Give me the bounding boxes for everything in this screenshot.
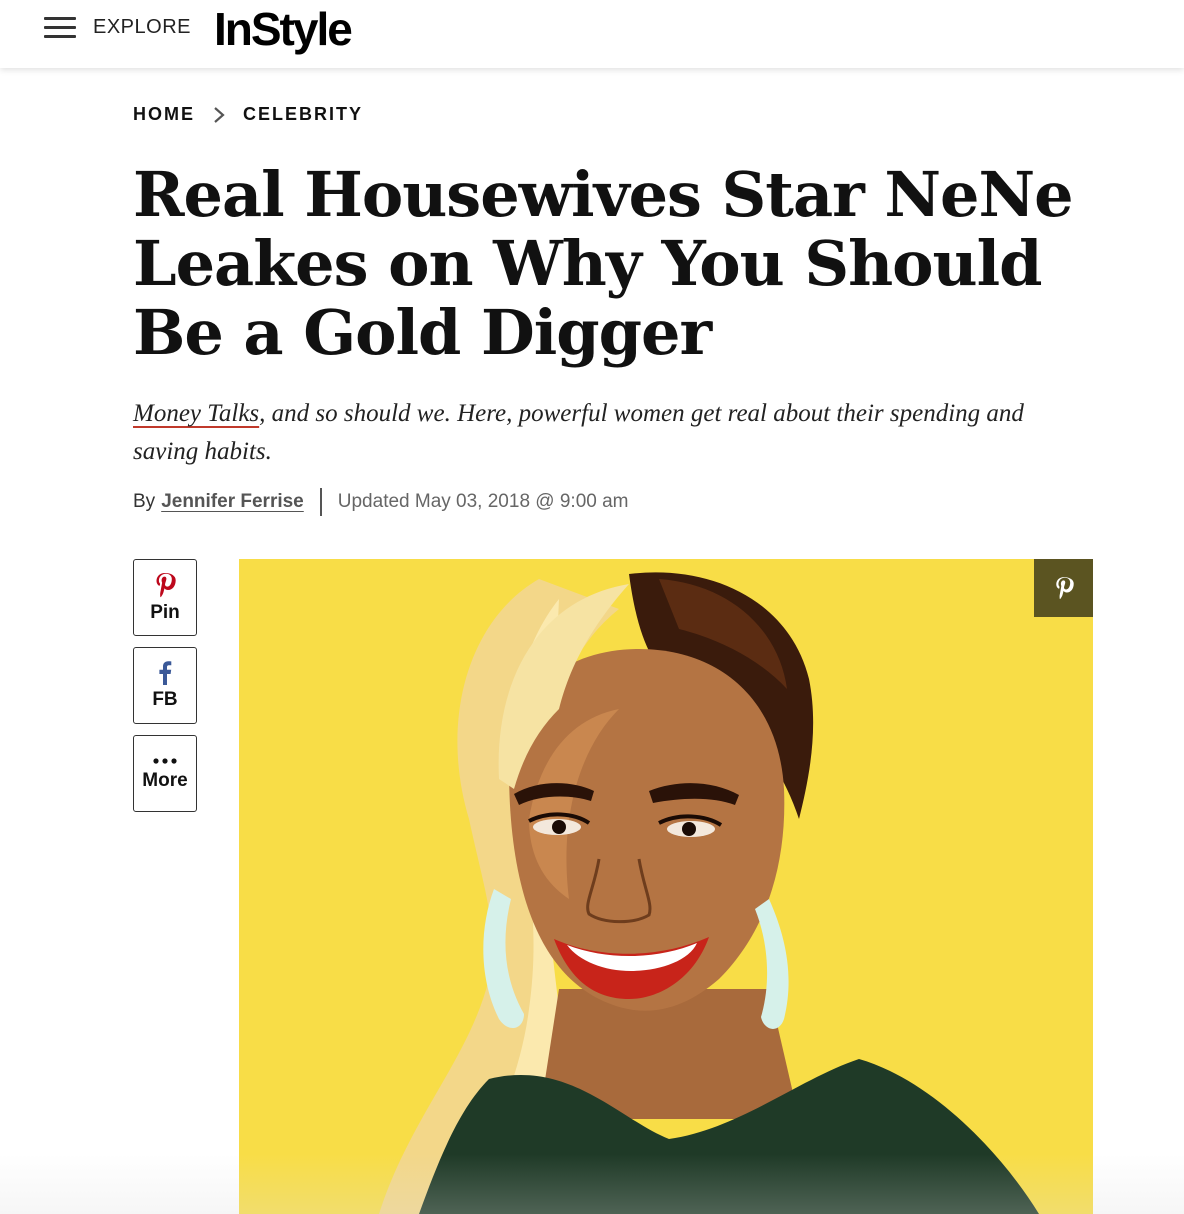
fb-label: FB — [152, 688, 178, 710]
hamburger-menu-icon[interactable] — [44, 17, 78, 41]
hero-illustration — [239, 559, 1093, 1214]
chevron-right-icon — [214, 106, 225, 123]
more-dots-icon — [153, 757, 177, 764]
portrait-illustration — [239, 559, 1093, 1214]
facebook-share-button[interactable]: FB — [133, 647, 197, 724]
pinterest-icon — [156, 572, 176, 597]
byline-divider — [319, 488, 322, 516]
byline-prefix: By — [133, 491, 156, 512]
facebook-icon — [159, 660, 172, 685]
breadcrumb: HOME CELEBRITY — [133, 104, 363, 125]
article-dek: Money Talks, and so should we. Here, pow… — [133, 395, 1073, 471]
more-label: More — [142, 769, 188, 791]
explore-button[interactable]: EXPLORE — [93, 16, 191, 39]
pinterest-icon — [1055, 577, 1074, 600]
breadcrumb-home-link[interactable]: HOME — [133, 104, 195, 125]
instyle-logo[interactable]: InStyle — [214, 2, 353, 56]
author-link[interactable]: Jennifer Ferrise — [161, 491, 304, 513]
breadcrumb-celebrity-link[interactable]: CELEBRITY — [243, 104, 363, 125]
pin-share-button[interactable]: Pin — [133, 559, 197, 636]
site-header: EXPLORE InStyle — [0, 0, 1184, 68]
money-talks-link[interactable]: Money Talks — [133, 400, 259, 427]
more-share-button[interactable]: More — [133, 735, 197, 812]
updated-date: Updated May 03, 2018 @ 9:00 am — [337, 491, 629, 512]
article-title: Real Housewives Star NeNe Leakes on Why … — [133, 158, 1074, 369]
hero-pin-button[interactable] — [1034, 559, 1093, 617]
byline: By Jennifer Ferrise Updated May 03, 2018… — [133, 488, 629, 516]
dek-text: , and so should we. Here, powerful women… — [133, 400, 1024, 465]
pin-label: Pin — [150, 601, 180, 623]
